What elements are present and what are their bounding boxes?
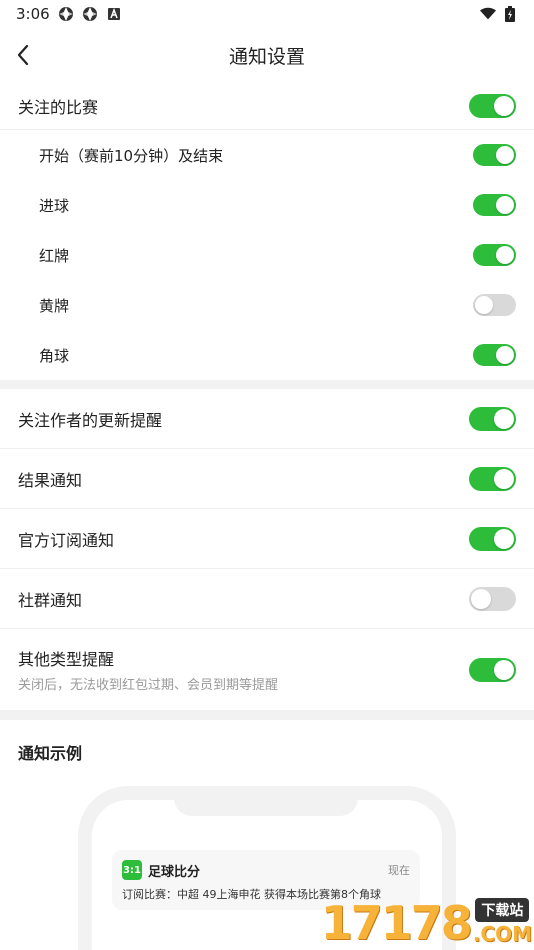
toggle-author-updates[interactable]	[469, 406, 516, 431]
toggle-red-card[interactable]	[473, 244, 516, 266]
notification-app: 3:1 足球比分	[122, 860, 200, 880]
toggle-result-notify[interactable]	[469, 466, 516, 491]
app-logo-icon: 3:1	[122, 860, 142, 880]
setting-row-official-subscription: 官方订阅通知	[0, 509, 534, 569]
watermark-right: 下载站 .COM	[473, 898, 532, 946]
page-title: 通知设置	[228, 45, 305, 68]
watermark-suffix: .COM	[472, 922, 532, 946]
setting-label: 官方订阅通知	[18, 530, 115, 550]
setting-label: 关注的比赛	[18, 97, 99, 117]
setting-label: 红牌	[39, 246, 70, 265]
notification-time: 现在	[388, 864, 410, 877]
toggle-official-subscription[interactable]	[469, 526, 516, 551]
setting-row-followed-matches: 关注的比赛	[0, 82, 534, 130]
setting-label: 进球	[39, 196, 70, 215]
setting-label: 关注作者的更新提醒	[18, 410, 163, 430]
status-bar: 3:06	[0, 0, 534, 28]
toggle-community[interactable]	[469, 586, 516, 611]
setting-row-yellow-card: 黄牌	[0, 280, 534, 330]
section-other-notifications: 关注作者的更新提醒 结果通知 官方订阅通知 社群通知 其他类型提醒 关闭后，无法…	[0, 389, 534, 711]
toggle-goal[interactable]	[473, 194, 516, 216]
status-time: 3:06	[16, 5, 50, 23]
setting-label: 黄牌	[39, 296, 70, 315]
setting-label: 结果通知	[18, 470, 83, 490]
chevron-left-icon	[17, 44, 29, 66]
notification-header: 3:1 足球比分 现在	[122, 860, 410, 880]
setting-description: 关闭后，无法收到红包过期、会员到期等提醒	[18, 678, 279, 693]
setting-row-community: 社群通知	[0, 569, 534, 629]
toggle-start-end[interactable]	[473, 144, 516, 166]
a-box-icon	[106, 6, 122, 22]
wifi-icon	[480, 6, 496, 22]
setting-row-result-notify: 结果通知	[0, 449, 534, 509]
back-button[interactable]	[8, 40, 38, 70]
setting-row-corner: 角球	[0, 330, 534, 380]
status-left: 3:06	[16, 5, 122, 23]
status-right	[480, 6, 518, 22]
setting-row-red-card: 红牌	[0, 230, 534, 280]
watermark-number: 17178	[320, 896, 473, 950]
setting-text: 其他类型提醒 关闭后，无法收到红包过期、会员到期等提醒	[18, 646, 278, 693]
aperture-icon	[82, 6, 98, 22]
toggle-corner[interactable]	[473, 344, 516, 366]
section-divider	[0, 711, 534, 720]
watermark-logo: 17178 下载站 .COM	[321, 898, 532, 946]
setting-label: 开始（赛前10分钟）及结束	[39, 146, 224, 165]
setting-row-start-end: 开始（赛前10分钟）及结束	[0, 130, 534, 180]
toggle-yellow-card[interactable]	[473, 294, 516, 316]
watermark-tag: 下载站	[475, 898, 530, 922]
aperture-icon	[58, 6, 74, 22]
section-divider	[0, 380, 534, 389]
section-followed-matches: 关注的比赛 开始（赛前10分钟）及结束 进球 红牌 黄牌 角球	[0, 82, 534, 380]
setting-label: 角球	[39, 346, 70, 365]
setting-label: 社群通知	[18, 590, 83, 610]
app-name: 足球比分	[148, 864, 201, 880]
setting-row-other-reminders: 其他类型提醒 关闭后，无法收到红包过期、会员到期等提醒	[0, 629, 534, 711]
example-title: 通知示例	[18, 744, 83, 763]
setting-row-goal: 进球	[0, 180, 534, 230]
battery-charging-icon	[502, 6, 518, 22]
toggle-other-reminders[interactable]	[469, 657, 516, 682]
setting-label: 其他类型提醒	[18, 650, 115, 669]
phone-notch	[174, 786, 358, 816]
header: 通知设置	[0, 28, 534, 82]
setting-row-author-updates: 关注作者的更新提醒	[0, 389, 534, 449]
toggle-followed-matches[interactable]	[469, 93, 516, 118]
